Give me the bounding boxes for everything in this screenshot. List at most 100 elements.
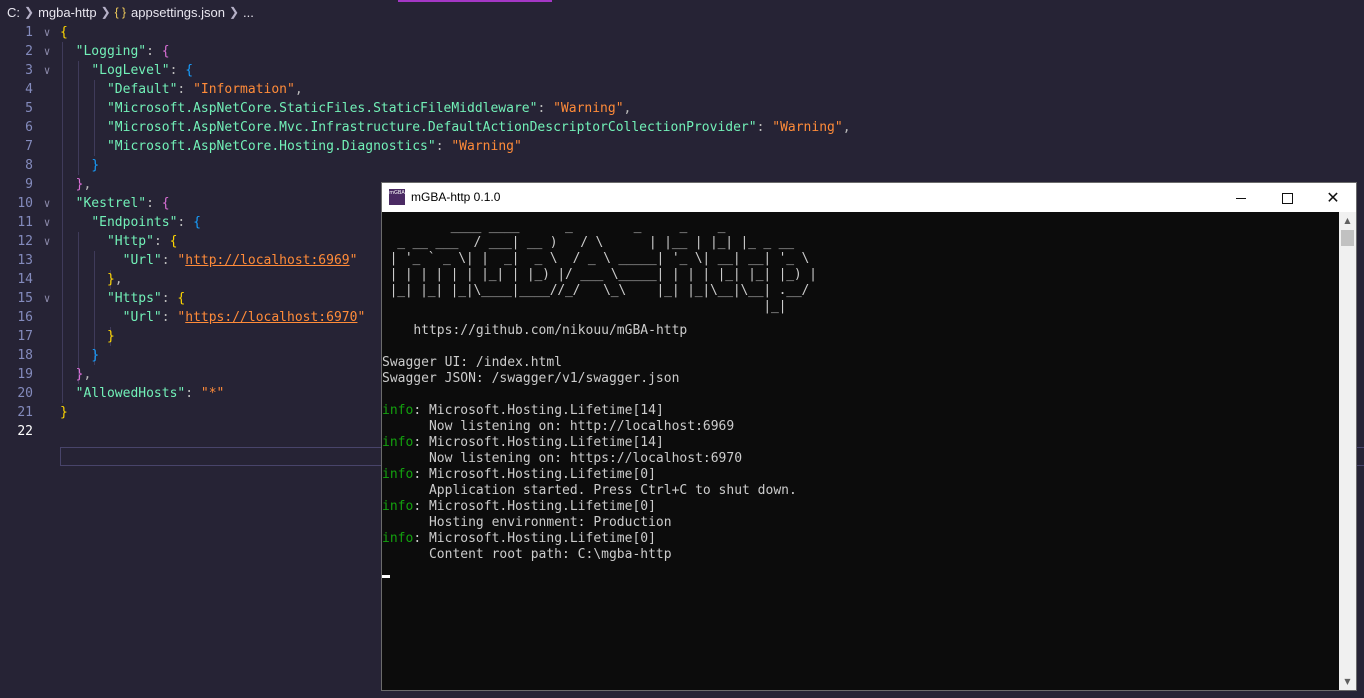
log-message-line: Content root path: C:\mgba-http xyxy=(382,547,672,562)
minimize-button[interactable] xyxy=(1218,183,1264,212)
log-source-line: info: Microsoft.Hosting.Lifetime[0] xyxy=(382,531,656,546)
breadcrumb-drive[interactable]: C: xyxy=(7,5,20,20)
log-message-line: Now listening on: http://localhost:6969 xyxy=(382,419,735,434)
code-text: "LogLevel": { xyxy=(91,63,194,78)
swagger-json-line: Swagger JSON: /swagger/v1/swagger.json xyxy=(382,371,680,386)
line-number: 15 xyxy=(17,291,33,306)
code-line[interactable]: 1 ∨ { xyxy=(0,23,1364,42)
ascii-art-logo: ____ ____ _ _ _ _ _ __ ___ / ___| __ ) /… xyxy=(389,219,817,314)
console-output[interactable]: ____ ____ _ _ _ _ _ __ ___ / ___| __ ) /… xyxy=(382,212,1340,690)
chevron-right-icon: ❯ xyxy=(228,5,240,19)
log-source-line: info: Microsoft.Hosting.Lifetime[14] xyxy=(382,435,664,450)
code-line[interactable]: 7 "Microsoft.AspNetCore.Hosting.Diagnost… xyxy=(0,137,1364,156)
line-number: 1 xyxy=(25,25,33,40)
fold-chevron-icon[interactable]: ∨ xyxy=(40,61,54,80)
scroll-up-arrow-icon[interactable]: ▲ xyxy=(1339,212,1356,229)
console-window[interactable]: mGBA mGBA-http 0.1.0 ✕ ____ ____ _ _ _ _… xyxy=(381,182,1357,691)
line-number: 22 xyxy=(17,424,33,439)
window-titlebar[interactable]: mGBA mGBA-http 0.1.0 ✕ xyxy=(382,183,1356,212)
scroll-down-arrow-icon[interactable]: ▼ xyxy=(1339,673,1356,690)
code-text: "Microsoft.AspNetCore.Hosting.Diagnostic… xyxy=(106,139,522,154)
code-line[interactable]: 4 "Default": "Information", xyxy=(0,80,1364,99)
line-number: 12 xyxy=(17,234,33,249)
breadcrumb-folder[interactable]: mgba-http xyxy=(38,5,97,20)
line-number: 17 xyxy=(17,329,33,344)
line-number: 3 xyxy=(25,63,33,78)
fold-chevron-icon[interactable]: ∨ xyxy=(40,23,54,42)
line-number: 18 xyxy=(17,348,33,363)
code-text: }, xyxy=(75,367,92,382)
code-text: "Url": "https://localhost:6970" xyxy=(122,310,366,325)
log-level: info xyxy=(382,531,414,546)
log-level: info xyxy=(382,403,414,418)
code-text: "Url": "http://localhost:6969" xyxy=(122,253,358,268)
line-number: 6 xyxy=(25,120,33,135)
window-title: mGBA-http 0.1.0 xyxy=(411,190,501,204)
fold-chevron-icon[interactable]: ∨ xyxy=(40,213,54,232)
chevron-right-icon: ❯ xyxy=(100,5,111,19)
close-button[interactable]: ✕ xyxy=(1310,183,1356,212)
line-number: 14 xyxy=(17,272,33,287)
code-line[interactable]: 8 } xyxy=(0,156,1364,175)
fold-chevron-icon[interactable]: ∨ xyxy=(40,42,54,61)
code-text: "Kestrel": { xyxy=(75,196,170,211)
code-text: "AllowedHosts": "*" xyxy=(75,386,225,401)
swagger-ui-line: Swagger UI: /index.html xyxy=(382,355,563,370)
code-line[interactable]: 3 ∨ "LogLevel": { xyxy=(0,61,1364,80)
text-cursor xyxy=(382,575,390,578)
log-message-line: Application started. Press Ctrl+C to shu… xyxy=(382,483,797,498)
mgba-app-icon: mGBA xyxy=(389,189,405,205)
log-source-line: info: Microsoft.Hosting.Lifetime[14] xyxy=(382,403,664,418)
line-number: 9 xyxy=(25,177,33,192)
chevron-right-icon: ❯ xyxy=(24,5,35,19)
log-level: info xyxy=(382,435,414,450)
code-text: "Logging": { xyxy=(75,44,170,59)
breadcrumb-more[interactable]: ... xyxy=(243,5,254,20)
close-icon: ✕ xyxy=(1326,188,1340,207)
code-line[interactable]: 2 ∨ "Logging": { xyxy=(0,42,1364,61)
code-text: } xyxy=(91,158,100,173)
line-number: 5 xyxy=(25,101,33,116)
maximize-button[interactable] xyxy=(1264,183,1310,212)
log-message-line: Now listening on: https://localhost:6970 xyxy=(382,451,743,466)
code-text: { xyxy=(60,25,68,40)
code-text: "Endpoints": { xyxy=(91,215,201,230)
minimize-icon xyxy=(1236,197,1246,199)
code-text: }, xyxy=(106,272,123,287)
http-url-link[interactable]: http://localhost:6969 xyxy=(185,253,349,268)
code-text: } xyxy=(106,329,115,344)
vertical-scrollbar[interactable]: ▲ ▼ xyxy=(1339,212,1356,690)
code-line[interactable]: 6 "Microsoft.AspNetCore.Mvc.Infrastructu… xyxy=(0,118,1364,137)
code-text: "Microsoft.AspNetCore.StaticFiles.Static… xyxy=(106,101,632,116)
log-level: info xyxy=(382,467,414,482)
line-number: 2 xyxy=(25,44,33,59)
fold-chevron-icon[interactable]: ∨ xyxy=(40,194,54,213)
line-number: 8 xyxy=(25,158,33,173)
code-text: "Http": { xyxy=(106,234,178,249)
log-source-line: info: Microsoft.Hosting.Lifetime[0] xyxy=(382,467,656,482)
https-url-link[interactable]: https://localhost:6970 xyxy=(185,310,357,325)
fold-chevron-icon[interactable]: ∨ xyxy=(40,232,54,251)
maximize-icon xyxy=(1281,192,1293,204)
github-url: https://github.com/nikouu/mGBA-http xyxy=(413,323,688,338)
line-number: 13 xyxy=(17,253,33,268)
code-text: "Microsoft.AspNetCore.Mvc.Infrastructure… xyxy=(106,120,851,135)
breadcrumb-file[interactable]: appsettings.json xyxy=(131,5,225,20)
code-line[interactable]: 5 "Microsoft.AspNetCore.StaticFiles.Stat… xyxy=(0,99,1364,118)
line-number: 19 xyxy=(17,367,33,382)
code-text: "Default": "Information", xyxy=(106,82,303,97)
json-file-icon: { } xyxy=(114,5,127,19)
line-number: 10 xyxy=(17,196,33,211)
code-text: } xyxy=(60,405,68,420)
line-number: 16 xyxy=(17,310,33,325)
code-text: "Https": { xyxy=(106,291,186,306)
line-number: 7 xyxy=(25,139,33,154)
log-level: info xyxy=(382,499,414,514)
fold-chevron-icon[interactable]: ∨ xyxy=(40,289,54,308)
code-text: }, xyxy=(75,177,92,192)
breadcrumb: C: ❯ mgba-http ❯ { } appsettings.json ❯ … xyxy=(0,0,1364,24)
scrollbar-thumb[interactable] xyxy=(1341,230,1354,246)
line-number: 21 xyxy=(17,405,33,420)
code-text: } xyxy=(91,348,100,363)
log-message-line: Hosting environment: Production xyxy=(382,515,672,530)
